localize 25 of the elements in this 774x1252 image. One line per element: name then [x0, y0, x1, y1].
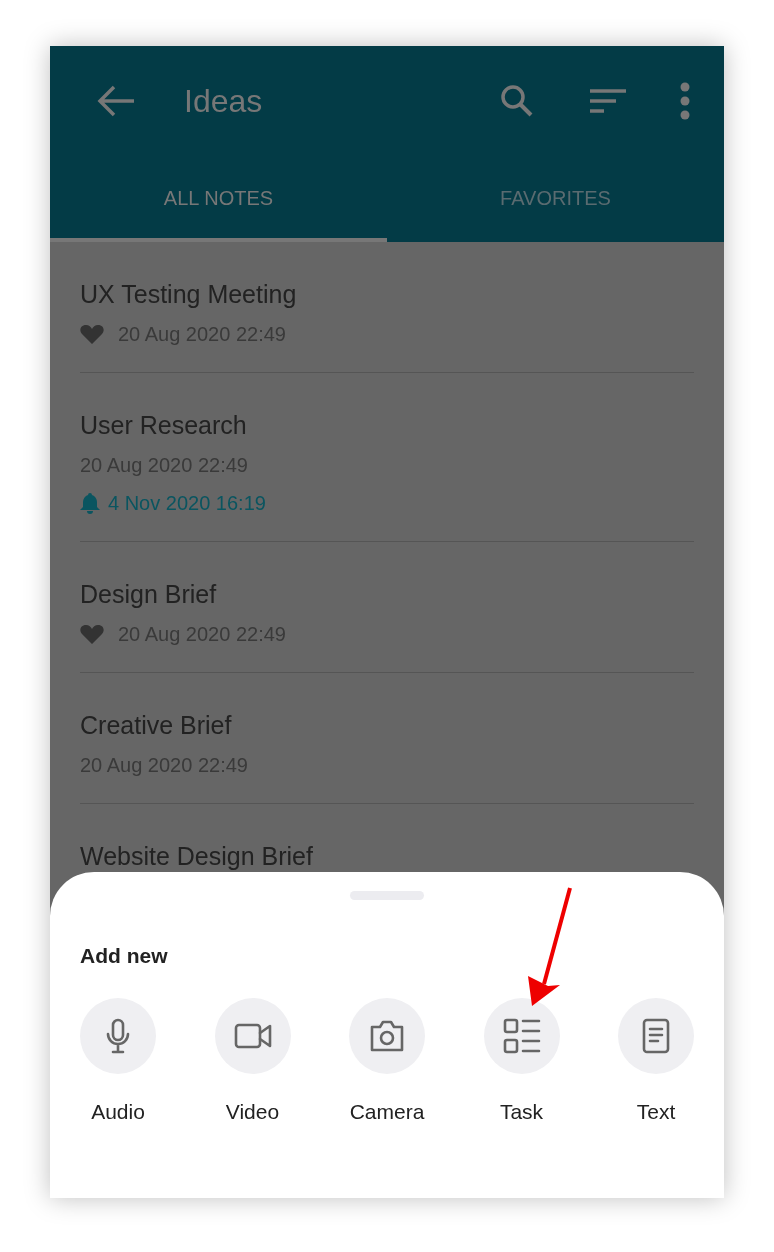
- note-title[interactable]: Creative Brief: [80, 709, 694, 741]
- back-arrow-icon[interactable]: [96, 83, 136, 119]
- note-title[interactable]: UX Testing Meeting: [80, 278, 694, 310]
- document-icon: [642, 1017, 670, 1054]
- microphone-icon: [105, 1017, 131, 1054]
- sheet-title: Add new: [80, 943, 169, 969]
- option-label: Task: [499, 1098, 544, 1125]
- search-icon[interactable]: [500, 84, 534, 118]
- sort-icon[interactable]: [590, 88, 626, 114]
- note-title[interactable]: Design Brief: [80, 578, 694, 610]
- note-title[interactable]: Website Design Brief: [80, 840, 694, 872]
- camera-icon: [368, 1018, 406, 1053]
- more-options-icon[interactable]: [680, 82, 690, 120]
- bell-icon: [80, 492, 100, 514]
- screen-title: Ideas: [184, 82, 263, 121]
- video-camera-icon: [233, 1022, 272, 1049]
- reminder-time: 4 Nov 2020 16:19: [108, 491, 266, 516]
- note-title[interactable]: User Research: [80, 409, 694, 441]
- option-label: Text: [636, 1098, 676, 1125]
- tab[interactable]: FAVORITES: [387, 156, 724, 242]
- checklist-icon: [502, 1017, 541, 1054]
- option-label: Video: [225, 1098, 280, 1125]
- option-label: Audio: [91, 1098, 145, 1125]
- option-label: Camera: [349, 1098, 425, 1125]
- tab[interactable]: ALL NOTES: [50, 156, 387, 242]
